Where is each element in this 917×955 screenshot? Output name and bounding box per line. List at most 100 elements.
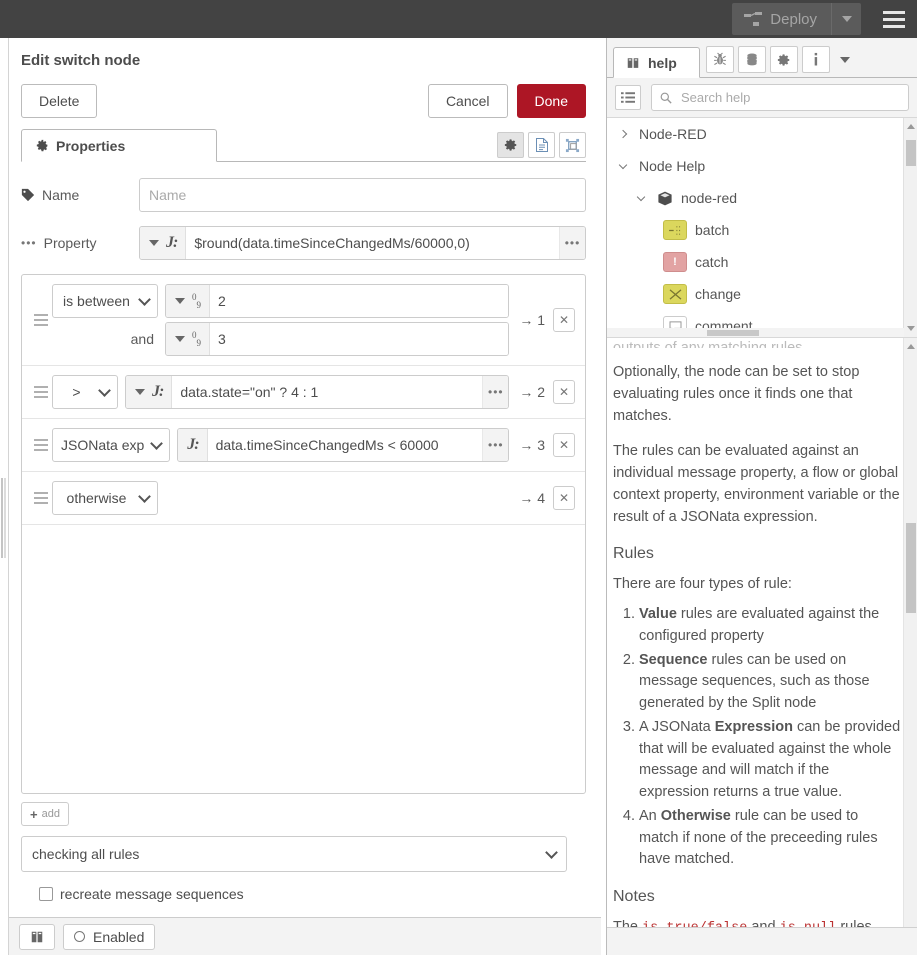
tree-item-batch[interactable]: batch bbox=[607, 214, 917, 246]
recreate-sequences-checkbox[interactable] bbox=[39, 887, 53, 901]
deploy-button-main[interactable]: Deploy bbox=[732, 3, 831, 35]
scroll-down-icon[interactable] bbox=[907, 326, 915, 331]
rule-drag-handle[interactable] bbox=[30, 492, 52, 504]
tree-item-node-red-package[interactable]: node-red bbox=[607, 182, 917, 214]
rule-drag-handle[interactable] bbox=[30, 386, 52, 398]
add-rule-button[interactable]: + add bbox=[21, 802, 69, 826]
tree-item-label: Node-RED bbox=[639, 126, 707, 142]
editor-resize-handle[interactable] bbox=[1, 478, 6, 558]
delete-button[interactable]: Delete bbox=[21, 84, 98, 118]
help-rule-item: A JSONata Expression can be provided tha… bbox=[639, 717, 901, 804]
done-button[interactable]: Done bbox=[516, 84, 586, 118]
remove-rule-icon[interactable]: ✕ bbox=[553, 433, 575, 457]
property-expand-editor-icon[interactable]: ••• bbox=[559, 227, 585, 259]
book-icon bbox=[627, 57, 639, 68]
property-label: Property bbox=[43, 235, 97, 251]
toggle-list-icon[interactable] bbox=[615, 85, 641, 110]
rule-value-input[interactable]: data.state="on" ? 4 : 1 bbox=[172, 376, 483, 408]
help-rule-term: Value bbox=[639, 606, 677, 622]
chevron-down-icon bbox=[175, 298, 185, 304]
chevron-down-icon[interactable] bbox=[615, 160, 631, 169]
sidebar-footer bbox=[607, 927, 917, 955]
editor-form: Name ••• Property J: $round(data.timeSin… bbox=[9, 162, 600, 260]
help-scroll-thumb[interactable] bbox=[906, 523, 916, 613]
deploy-button[interactable]: Deploy bbox=[732, 3, 861, 35]
help-vertical-scrollbar[interactable] bbox=[903, 338, 917, 938]
editor-footer: Enabled bbox=[9, 917, 601, 955]
chevron-right-icon[interactable] bbox=[615, 129, 631, 139]
rule-value2-input[interactable]: 3 bbox=[210, 323, 509, 355]
rule-expand-editor-icon[interactable]: ••• bbox=[482, 376, 509, 408]
rule-value-typed-input: 09 2 bbox=[165, 284, 510, 318]
tree-hscroll-thumb[interactable] bbox=[707, 330, 759, 336]
chevron-down-icon[interactable] bbox=[633, 192, 649, 201]
chevron-down-icon bbox=[98, 383, 111, 397]
tag-icon bbox=[21, 188, 35, 202]
node-batch-icon bbox=[663, 220, 687, 240]
rule-operator-select[interactable]: JSONata exp bbox=[52, 428, 171, 462]
configuration-nodes-icon[interactable] bbox=[769, 46, 798, 73]
gear-icon bbox=[504, 139, 516, 151]
checking-mode-select[interactable]: checking all rules bbox=[21, 836, 567, 872]
tree-item-node-help[interactable]: Node Help bbox=[607, 150, 917, 182]
chevron-down-icon bbox=[135, 389, 145, 395]
deploy-dropdown-button[interactable] bbox=[831, 3, 861, 35]
sidebar-tab-help[interactable]: help bbox=[613, 47, 700, 78]
list-icon bbox=[621, 92, 635, 103]
rule-expand-editor-icon[interactable]: ••• bbox=[482, 429, 509, 461]
search-help-box bbox=[651, 84, 909, 111]
tree-vertical-scrollbar[interactable] bbox=[903, 118, 917, 337]
node-editor-dialog: Edit switch node Delete Cancel Done Prop… bbox=[0, 38, 601, 955]
property-type-select[interactable]: J: bbox=[140, 227, 187, 259]
tree-item-catch[interactable]: ! catch bbox=[607, 246, 917, 278]
name-input[interactable] bbox=[139, 178, 586, 212]
rule-operator-select[interactable]: > bbox=[52, 375, 118, 409]
context-data-icon[interactable] bbox=[737, 46, 766, 73]
rule-value-input[interactable]: 2 bbox=[210, 285, 509, 317]
node-description-icon[interactable] bbox=[528, 132, 555, 158]
rule-row: is between 09 2 and 09 3 → 1 ✕ bbox=[22, 275, 585, 366]
tree-item-label: batch bbox=[695, 222, 730, 238]
sidebar-tool-icons bbox=[705, 46, 856, 73]
rule-value-type-select[interactable]: J: bbox=[126, 376, 173, 408]
main-menu-button[interactable] bbox=[871, 0, 917, 38]
property-value-input[interactable]: $round(data.timeSinceChangedMs/60000,0) bbox=[186, 227, 559, 259]
tree-scroll-thumb[interactable] bbox=[906, 140, 916, 166]
debug-icon[interactable] bbox=[705, 46, 734, 73]
rule-value-type-select[interactable]: 09 bbox=[166, 285, 210, 317]
rule-operator-select[interactable]: otherwise bbox=[52, 481, 158, 515]
scroll-up-icon[interactable] bbox=[907, 124, 915, 129]
node-appearance-icon[interactable] bbox=[559, 132, 586, 158]
hamburger-menu-icon bbox=[883, 24, 905, 28]
remove-rule-icon[interactable]: ✕ bbox=[553, 486, 575, 510]
tree-item-change[interactable]: change bbox=[607, 278, 917, 310]
scroll-up-icon[interactable] bbox=[907, 344, 915, 349]
information-icon[interactable] bbox=[801, 46, 830, 73]
sidebar-more-button[interactable] bbox=[834, 56, 856, 63]
tab-properties[interactable]: Properties bbox=[21, 129, 217, 162]
rule-operator-label: JSONata exp bbox=[61, 437, 145, 453]
node-catch-icon: ! bbox=[663, 252, 687, 272]
tree-item-node-red[interactable]: Node-RED bbox=[607, 118, 917, 150]
rule-value2-typed-input: 09 3 bbox=[165, 322, 510, 356]
node-info-button[interactable] bbox=[19, 923, 55, 950]
node-enabled-label: Enabled bbox=[93, 928, 145, 945]
rule-operator-select[interactable]: is between bbox=[52, 284, 158, 318]
rule-output-label: → 2 bbox=[519, 384, 545, 400]
search-help-input[interactable] bbox=[679, 89, 900, 106]
remove-rule-icon[interactable]: ✕ bbox=[553, 380, 575, 404]
cancel-button[interactable]: Cancel bbox=[427, 84, 508, 118]
chevron-down-icon bbox=[138, 489, 151, 503]
rule-drag-handle[interactable] bbox=[30, 439, 52, 451]
node-settings-icon[interactable] bbox=[497, 132, 524, 158]
node-enabled-toggle[interactable]: Enabled bbox=[63, 923, 156, 950]
tree-horizontal-scrollbar[interactable] bbox=[607, 328, 904, 337]
rule-value-input[interactable]: data.timeSinceChangedMs < 60000 bbox=[207, 429, 483, 461]
rule-body: JSONata exp J: data.timeSinceChangedMs <… bbox=[52, 428, 510, 462]
help-sidebar: help Search help Node-RED Node Help node… bbox=[606, 38, 917, 955]
remove-rule-icon[interactable]: ✕ bbox=[553, 308, 575, 332]
rule-drag-handle[interactable] bbox=[30, 314, 52, 326]
recreate-sequences-row: recreate message sequences bbox=[39, 886, 600, 902]
rule-value2-type-select[interactable]: 09 bbox=[166, 323, 210, 355]
chevron-down-icon bbox=[138, 292, 151, 306]
